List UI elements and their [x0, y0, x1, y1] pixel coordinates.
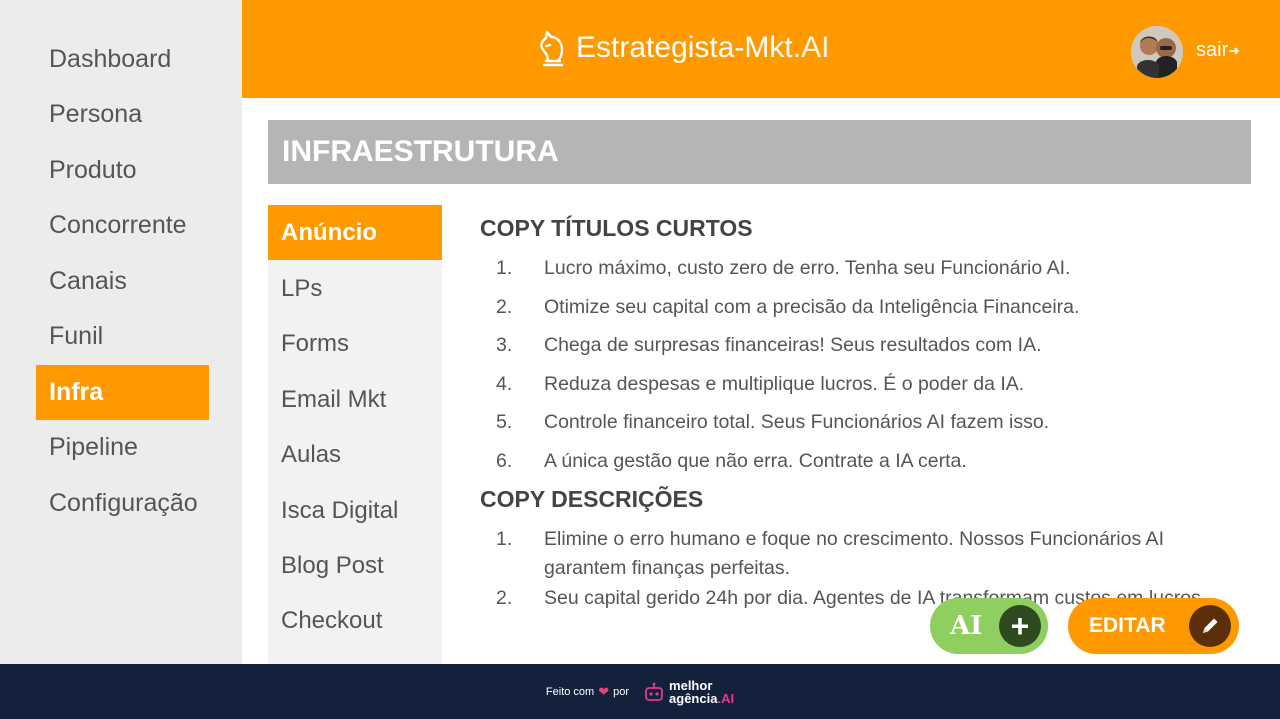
agency-name: melhor agência.AI: [669, 679, 734, 705]
tab-email-mkt[interactable]: Email Mkt: [268, 372, 442, 427]
sidebar-item-concorrente[interactable]: Concorrente: [36, 198, 209, 253]
agency-logo-link[interactable]: melhor agência.AI: [643, 679, 734, 705]
ai-add-button[interactable]: AI +: [930, 598, 1048, 654]
robot-icon: [645, 682, 663, 701]
item-text: A única gestão que não erra. Contrate a …: [544, 449, 967, 472]
sidebar-item-persona[interactable]: Persona: [36, 87, 209, 142]
item-number: 1.: [496, 257, 513, 279]
tab-anuncio[interactable]: Anúncio: [268, 205, 442, 260]
made-with-label: Feito com: [545, 685, 595, 698]
item-number: 6.: [496, 449, 513, 472]
ai-button-label: AI: [950, 611, 983, 641]
logout-link[interactable]: sair: [1196, 39, 1240, 62]
avatar[interactable]: [1131, 26, 1183, 78]
agency-word: agência: [669, 690, 718, 706]
item-number: 3.: [496, 334, 513, 357]
agency-line2: agência.AI: [669, 692, 734, 705]
user-photo: [1131, 26, 1183, 78]
item-text: Elimine o erro humano e foque no crescim…: [544, 527, 1164, 579]
titles-list: 1. Lucro máximo, custo zero de erro. Tenh…: [480, 254, 1240, 476]
arrow-right-icon: [1229, 46, 1240, 55]
pencil-icon: [1189, 605, 1231, 647]
item-text: Otimize seu capital com a precisão da In…: [544, 295, 1080, 318]
tab-forms[interactable]: Forms: [268, 316, 442, 371]
sidebar-item-infra[interactable]: Infra: [36, 365, 209, 420]
list-item: 3. Chega de surpresas financeiras! Seus r…: [480, 331, 1240, 360]
tab-lps[interactable]: LPs: [268, 261, 442, 316]
sidebar-item-canais[interactable]: Canais: [36, 254, 209, 309]
tab-isca-digital[interactable]: Isca Digital: [268, 483, 442, 538]
descriptions-heading: COPY DESCRIÇÕES: [480, 485, 704, 512]
item-number: 1.: [496, 527, 513, 550]
sidebar-item-dashboard[interactable]: Dashboard: [36, 32, 209, 87]
item-text: Reduza despesas e multiplique lucros. É …: [544, 372, 1025, 395]
edit-button-label: EDITAR: [1089, 614, 1166, 637]
brand[interactable]: Estrategista-Mkt. AI: [534, 28, 829, 68]
list-item: 1. Lucro máximo, custo zero de erro. Tenh…: [480, 254, 1240, 283]
plus-icon: +: [999, 605, 1041, 647]
tab-blog-post[interactable]: Blog Post: [268, 538, 442, 593]
sidebar-item-pipeline[interactable]: Pipeline: [36, 420, 209, 475]
heart-icon: ❤: [598, 683, 610, 699]
sidebar-item-configuracao[interactable]: Configuração: [36, 476, 209, 531]
item-number: 4.: [496, 372, 513, 395]
titles-heading: COPY TÍTULOS CURTOS: [480, 215, 753, 241]
item-number: 2.: [496, 586, 513, 609]
list-item: 1. Elimine o erro humano e foque no cresc…: [480, 525, 1240, 583]
copy-content: COPY TÍTULOS CURTOS 1. Lucro máximo, cust…: [480, 215, 1240, 623]
sidebar-item-funil[interactable]: Funil: [36, 309, 209, 364]
sidebar-item-produto[interactable]: Produto: [36, 143, 209, 198]
item-number: 5.: [496, 411, 513, 434]
brand-name: Estrategista-Mkt.: [576, 31, 802, 64]
by-label: por: [613, 685, 630, 698]
item-text: Controle financeiro total. Seus Funcioná…: [544, 411, 1050, 434]
item-text: Chega de surpresas financeiras! Seus res…: [544, 334, 1042, 357]
logout-label: sair: [1196, 39, 1229, 61]
chess-knight-icon: [540, 30, 564, 67]
made-with-text: Feito com ❤ por: [546, 684, 629, 700]
subnav: Anúncio LPs Forms Email Mkt Aulas Isca D…: [268, 205, 442, 664]
top-header: Estrategista-Mkt. AI sair: [242, 0, 1280, 98]
item-text: Lucro máximo, custo zero de erro. Tenha …: [544, 257, 1071, 279]
footer: Feito com ❤ por melhor agência.AI: [0, 664, 1280, 719]
tab-aulas[interactable]: Aulas: [268, 427, 442, 482]
brand-suffix: AI: [801, 31, 830, 64]
list-item: 2. Otimize seu capital com a precisão da …: [480, 293, 1240, 322]
sidebar: Dashboard Persona Produto Concorrente Ca…: [0, 0, 242, 664]
edit-button[interactable]: EDITAR: [1068, 598, 1239, 654]
page-title: INFRAESTRUTURA: [268, 120, 1251, 184]
list-item: 4. Reduza despesas e multiplique lucros. …: [480, 370, 1240, 399]
tab-checkout[interactable]: Checkout: [268, 593, 442, 648]
agency-suffix: .AI: [717, 690, 735, 706]
list-item: 6. A única gestão que não erra. Contrate …: [480, 447, 1240, 476]
list-item: 5. Controle financeiro total. Seus Funcio…: [480, 408, 1240, 437]
item-number: 2.: [496, 295, 513, 318]
